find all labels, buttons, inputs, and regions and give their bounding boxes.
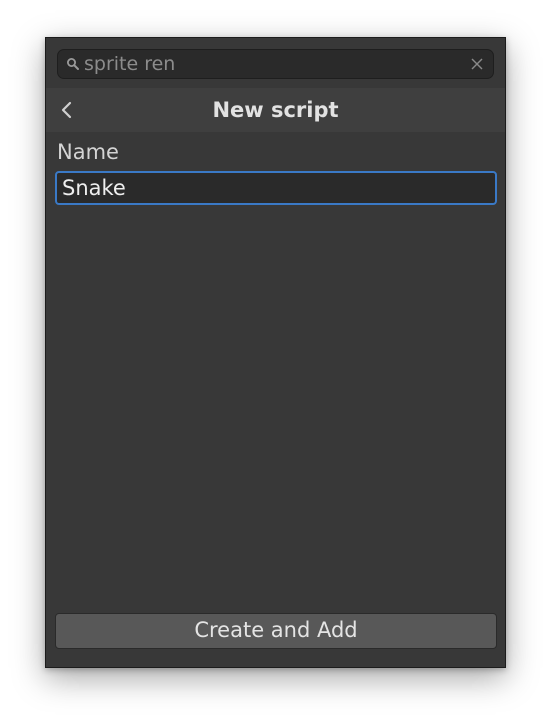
search-bar[interactable] <box>57 49 494 79</box>
header-bar: New script <box>46 88 505 132</box>
name-label: Name <box>57 140 119 164</box>
search-input[interactable] <box>84 52 454 76</box>
page-title: New script <box>212 98 339 122</box>
close-icon[interactable] <box>469 56 485 72</box>
new-script-panel: New script Name Create and Add <box>45 37 506 668</box>
search-icon <box>67 58 79 70</box>
create-and-add-button[interactable]: Create and Add <box>55 613 497 649</box>
name-field[interactable] <box>55 171 497 205</box>
